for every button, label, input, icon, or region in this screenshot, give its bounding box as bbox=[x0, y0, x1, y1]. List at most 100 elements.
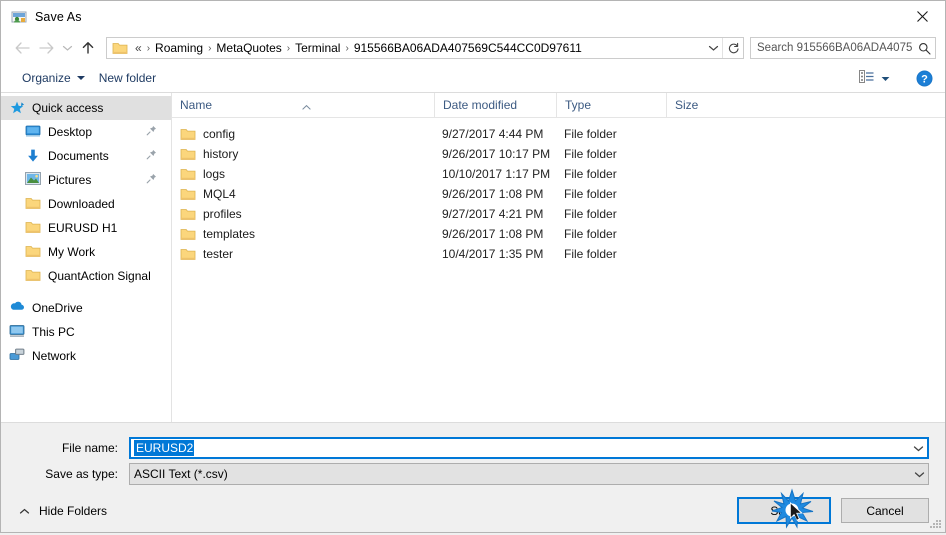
hide-folders-button[interactable]: Hide Folders bbox=[13, 500, 113, 522]
sidebar-item-label: QuantAction Signal bbox=[48, 269, 151, 283]
sort-ascending-icon bbox=[302, 94, 311, 110]
up-arrow-icon[interactable] bbox=[76, 36, 100, 60]
pin-icon[interactable] bbox=[146, 125, 157, 139]
sidebar-item-quantaction-signal[interactable]: QuantAction Signal bbox=[1, 264, 171, 288]
save-form: File name: EURUSD2 Save as type: ASCII T… bbox=[1, 422, 945, 489]
sidebar-item-my-work[interactable]: My Work bbox=[1, 240, 171, 264]
back-arrow-icon[interactable] bbox=[10, 36, 34, 60]
hide-folders-label: Hide Folders bbox=[39, 503, 108, 518]
network-icon bbox=[9, 348, 25, 364]
onedrive-icon bbox=[9, 300, 25, 316]
column-header-name[interactable]: Name bbox=[172, 93, 434, 117]
pin-icon[interactable] bbox=[146, 149, 157, 163]
file-name-cell: config bbox=[172, 127, 434, 141]
list-view-icon bbox=[859, 70, 874, 86]
file-list: Name Date modified Type Size config 9/27… bbox=[172, 93, 945, 422]
recent-locations-chevron-icon[interactable] bbox=[58, 36, 76, 60]
table-row[interactable]: history 9/26/2017 10:17 PM File folder bbox=[172, 144, 945, 164]
pictures-icon bbox=[25, 172, 41, 188]
table-row[interactable]: tester 10/4/2017 1:35 PM File folder bbox=[172, 244, 945, 264]
file-name-cell: templates bbox=[172, 227, 434, 241]
file-type-cell: File folder bbox=[564, 247, 617, 261]
address-bar[interactable]: « › Roaming › MetaQuotes › Terminal › 91… bbox=[106, 37, 744, 59]
save-as-type-select[interactable]: ASCII Text (*.csv) bbox=[129, 463, 929, 485]
file-type-cell: File folder bbox=[564, 147, 617, 161]
sidebar-item-label: This PC bbox=[32, 325, 75, 339]
table-row[interactable]: MQL4 9/26/2017 1:08 PM File folder bbox=[172, 184, 945, 204]
chevron-down-icon bbox=[881, 71, 890, 85]
file-name-label: MQL4 bbox=[203, 187, 236, 201]
sidebar-item-label: Pictures bbox=[48, 173, 92, 187]
search-icon[interactable] bbox=[913, 42, 935, 55]
sidebar-item-label: Network bbox=[32, 349, 77, 363]
save-as-type-value: ASCII Text (*.csv) bbox=[134, 467, 228, 481]
chevron-down-icon[interactable] bbox=[910, 464, 928, 484]
chevron-down-icon[interactable] bbox=[704, 38, 722, 58]
file-name-value: EURUSD2 bbox=[134, 440, 195, 456]
column-header-size[interactable]: Size bbox=[666, 93, 746, 117]
pin-icon[interactable] bbox=[146, 173, 157, 187]
table-row[interactable]: profiles 9/27/2017 4:21 PM File folder bbox=[172, 204, 945, 224]
save-button[interactable]: Save bbox=[737, 497, 831, 524]
file-date-cell: 9/26/2017 1:08 PM bbox=[442, 227, 544, 241]
breadcrumb-item-roaming[interactable]: Roaming bbox=[152, 41, 206, 55]
breadcrumb-item-terminal-id[interactable]: 915566BA06ADA407569C544CC0D97611 bbox=[351, 41, 585, 55]
table-row[interactable]: logs 10/10/2017 1:17 PM File folder bbox=[172, 164, 945, 184]
sidebar-item-onedrive[interactable]: OneDrive bbox=[1, 296, 171, 320]
breadcrumb-item-metaquotes[interactable]: MetaQuotes bbox=[213, 41, 284, 55]
file-type-cell: File folder bbox=[564, 187, 617, 201]
organize-label: Organize bbox=[22, 71, 71, 85]
sidebar-item-pictures[interactable]: Pictures bbox=[1, 168, 171, 192]
svg-text:?: ? bbox=[921, 73, 928, 85]
table-row[interactable]: config 9/27/2017 4:44 PM File folder bbox=[172, 124, 945, 144]
view-mode-button[interactable] bbox=[854, 67, 895, 89]
close-button[interactable] bbox=[899, 1, 945, 32]
table-row[interactable]: templates 9/26/2017 1:08 PM File folder bbox=[172, 224, 945, 244]
dialog-button-bar: Hide Folders Save Cancel bbox=[1, 489, 945, 532]
search-input[interactable]: Search 915566BA06ADA40756... bbox=[750, 37, 936, 59]
file-date-cell: 9/26/2017 1:08 PM bbox=[442, 187, 544, 201]
cancel-button-label: Cancel bbox=[866, 503, 904, 518]
folder-icon bbox=[25, 220, 41, 236]
chevron-up-icon bbox=[19, 504, 30, 518]
sidebar-item-network[interactable]: Network bbox=[1, 344, 171, 368]
file-name-input[interactable]: EURUSD2 bbox=[129, 437, 929, 459]
folder-icon bbox=[180, 127, 196, 141]
column-headers: Name Date modified Type Size bbox=[172, 93, 945, 118]
new-folder-button[interactable]: New folder bbox=[92, 68, 163, 88]
folder-icon bbox=[25, 268, 41, 284]
breadcrumb-overflow[interactable]: « bbox=[132, 41, 145, 55]
column-header-date-modified[interactable]: Date modified bbox=[434, 93, 556, 117]
resize-grip[interactable] bbox=[929, 517, 941, 529]
refresh-icon[interactable] bbox=[722, 38, 743, 58]
folder-icon bbox=[180, 147, 196, 161]
cancel-button[interactable]: Cancel bbox=[841, 498, 929, 523]
sidebar-item-quick-access[interactable]: Quick access bbox=[1, 96, 171, 120]
file-date-cell: 9/27/2017 4:44 PM bbox=[442, 127, 544, 141]
breadcrumb-separator-icon: › bbox=[146, 42, 151, 54]
sidebar-item-eurusd-h1[interactable]: EURUSD H1 bbox=[1, 216, 171, 240]
file-name-label: config bbox=[203, 127, 236, 141]
file-name-label: File name: bbox=[61, 441, 118, 455]
folder-icon bbox=[25, 196, 41, 212]
column-header-type[interactable]: Type bbox=[556, 93, 666, 117]
file-name-cell: MQL4 bbox=[172, 187, 434, 201]
breadcrumb-item-terminal[interactable]: Terminal bbox=[292, 41, 343, 55]
sidebar-item-this-pc[interactable]: This PC bbox=[1, 320, 171, 344]
file-date-cell: 10/10/2017 1:17 PM bbox=[442, 167, 551, 181]
organize-button[interactable]: Organize bbox=[15, 68, 92, 88]
folder-icon bbox=[25, 244, 41, 260]
file-name-label: logs bbox=[203, 167, 226, 181]
save-as-dialog: Save As « › Roaming › MetaQuotes › Termi… bbox=[0, 0, 946, 533]
breadcrumb[interactable]: « › Roaming › MetaQuotes › Terminal › 91… bbox=[132, 41, 704, 55]
chevron-down-icon[interactable] bbox=[909, 439, 927, 457]
file-date-cell: 10/4/2017 1:35 PM bbox=[442, 247, 544, 261]
breadcrumb-separator-icon: › bbox=[345, 42, 349, 54]
sidebar-item-desktop[interactable]: Desktop bbox=[1, 120, 171, 144]
sidebar-item-downloaded[interactable]: Downloaded bbox=[1, 192, 171, 216]
sidebar-item-documents[interactable]: Documents bbox=[1, 144, 171, 168]
help-icon[interactable]: ? bbox=[911, 66, 937, 90]
folder-icon bbox=[180, 207, 196, 221]
forward-arrow-icon[interactable] bbox=[34, 36, 58, 60]
column-header-label: Size bbox=[675, 98, 699, 112]
